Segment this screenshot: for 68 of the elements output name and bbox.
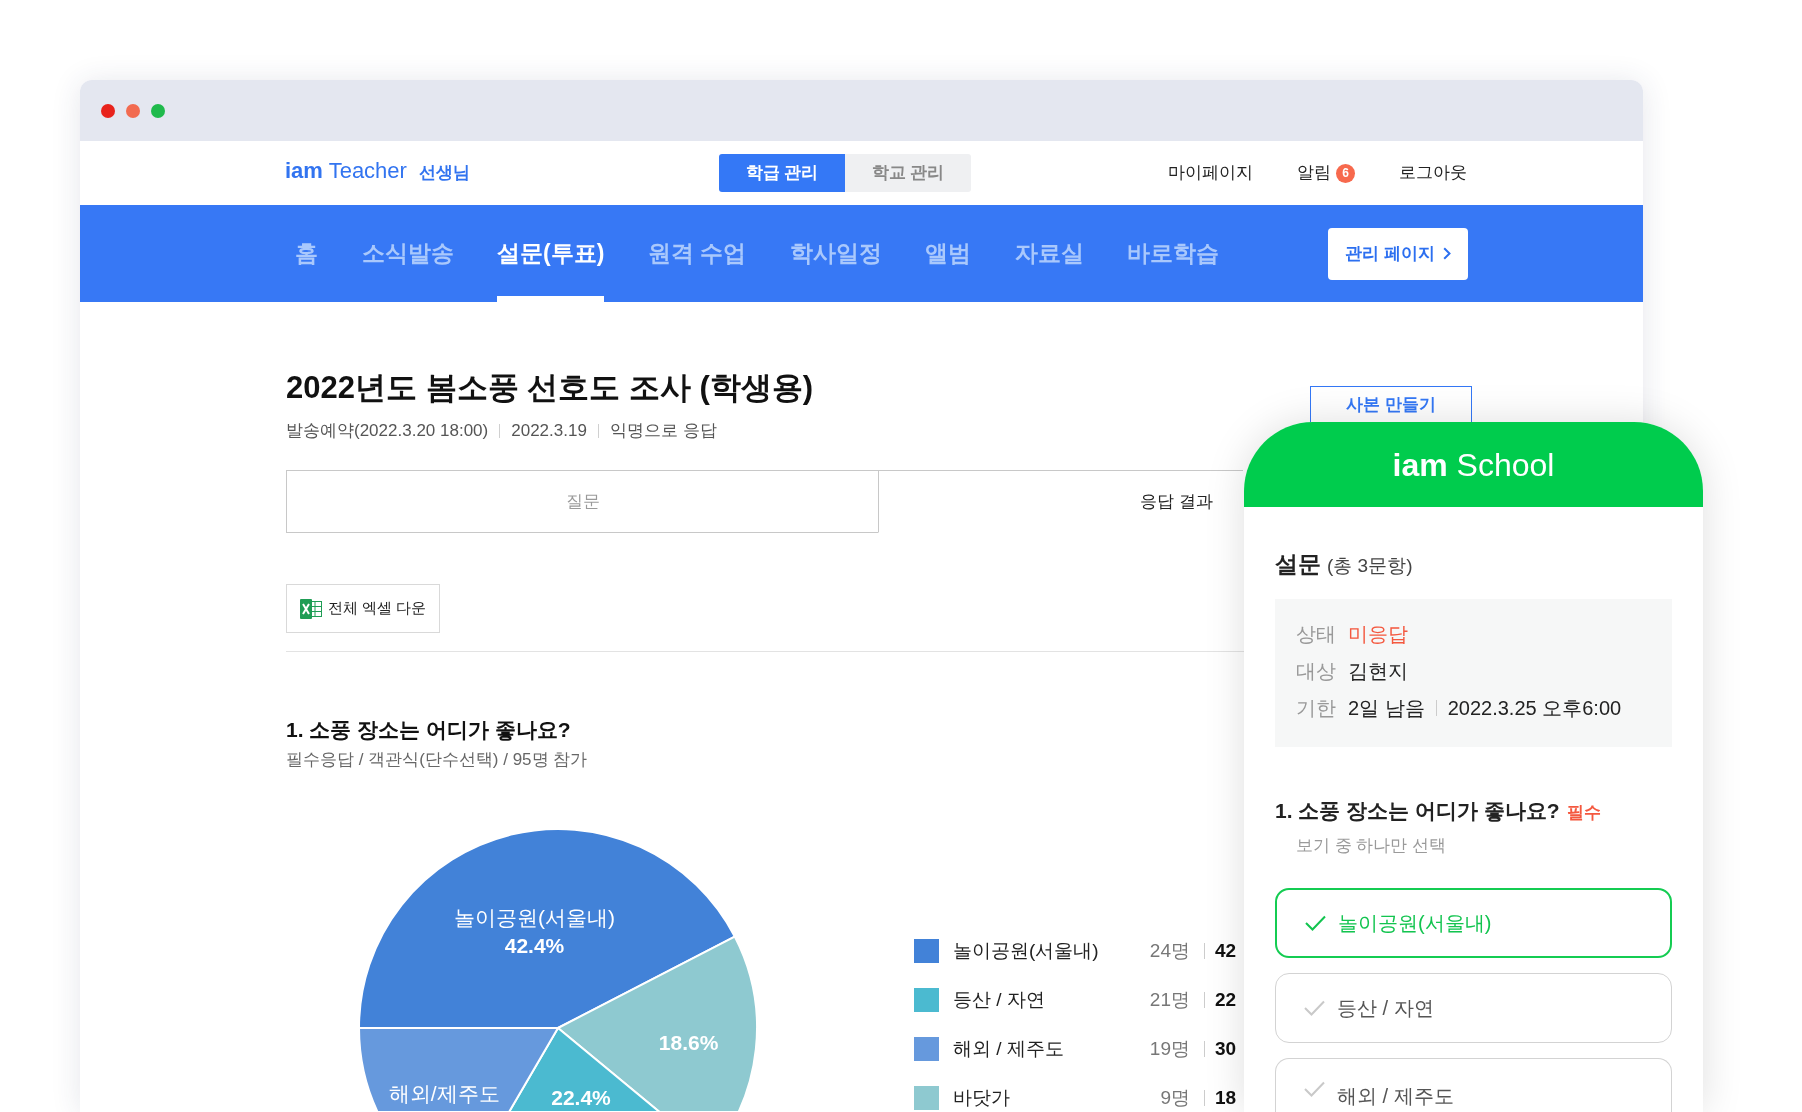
user-role-label: 선생님: [418, 162, 470, 185]
app-logo[interactable]: iam Teacher: [285, 160, 407, 183]
check-icon: [1304, 1081, 1325, 1097]
view-tab[interactable]: 응답 결과: [878, 470, 1243, 533]
menu-tab[interactable]: 앨범: [925, 205, 972, 302]
info-label: 상태: [1296, 621, 1337, 647]
window-control-icon[interactable]: [151, 103, 165, 118]
menu-tab[interactable]: 소식발송: [361, 205, 454, 302]
info-value: 2022.3.25 오후6:00: [1447, 695, 1622, 721]
legend-label: 등산 / 자연: [953, 988, 1046, 1012]
survey-title: 2022년도 봄소풍 선호도 조사 (학생용): [286, 369, 814, 407]
chevron-right-icon: [1442, 247, 1451, 260]
header-link[interactable]: 알림 6: [1297, 160, 1355, 186]
info-label: 대상: [1296, 658, 1337, 684]
slice-percent-label: 22.4%: [551, 1085, 611, 1109]
menu-tab[interactable]: 바로학습: [1127, 205, 1220, 302]
check-icon: [1304, 1000, 1325, 1016]
window-control-icon[interactable]: [126, 103, 140, 118]
notification-count-badge: 6: [1336, 163, 1355, 183]
menu-tab[interactable]: 자료실: [1014, 205, 1084, 302]
response-count: 9명: [1159, 1086, 1190, 1110]
legend-label: 바닷가: [953, 1086, 1011, 1110]
response-percent: 42: [1215, 939, 1237, 963]
legend-label: 해외 / 제주도: [953, 1037, 1065, 1061]
view-tab[interactable]: 질문: [286, 470, 879, 533]
window-control-icon[interactable]: [101, 103, 115, 118]
meta-text: 익명으로 응답: [609, 421, 717, 441]
response-count: 19명: [1148, 1037, 1190, 1061]
info-value: 김현지: [1348, 658, 1408, 684]
header-link[interactable]: 로그아웃: [1399, 160, 1467, 186]
segment-tab[interactable]: 학급 관리: [719, 154, 845, 192]
slice-name-label: 놀이공원(서울내): [454, 905, 615, 929]
question-title: 1. 소풍 장소는 어디가 좋나요?: [286, 717, 572, 743]
required-label: 필수: [1566, 801, 1601, 824]
question-title: 1. 소풍 장소는 어디가 좋나요?: [1275, 797, 1560, 824]
status-value: 미응답: [1348, 621, 1408, 647]
response-percent: 18: [1215, 1086, 1237, 1110]
app-logo: iam School: [1392, 448, 1555, 481]
header-link[interactable]: 마이페이지: [1168, 160, 1253, 186]
response-percent: 22: [1215, 988, 1237, 1012]
admin-page-button[interactable]: 관리 페이지: [1328, 227, 1468, 280]
menu-tab[interactable]: 홈: [295, 205, 318, 302]
slice-name-label: 해외/제주도: [388, 1081, 500, 1105]
slice-percent-label: 18.6%: [658, 1030, 719, 1054]
menu-tab[interactable]: 학사일정: [789, 205, 882, 302]
segment-tab[interactable]: 학교 관리: [845, 154, 971, 192]
answer-option[interactable]: 놀이공원(서울내): [1275, 888, 1672, 958]
meta-text: 2022.3.19: [511, 421, 587, 441]
excel-download-button[interactable]: 전체 엑셀 다운: [286, 584, 440, 633]
menu-tab[interactable]: 설문(투표): [497, 205, 605, 302]
slice-percent-label: 42.4%: [504, 933, 565, 957]
response-count: 21명: [1148, 988, 1190, 1012]
answer-option[interactable]: 등산 / 자연: [1275, 973, 1672, 1043]
section-title: 설문: [1275, 550, 1321, 578]
question-count: (총 3문항): [1327, 554, 1413, 578]
copy-button[interactable]: 사본 만들기: [1310, 386, 1472, 422]
response-count: 24명: [1148, 939, 1190, 963]
spreadsheet-icon: [299, 598, 322, 619]
question-details: 필수응답 / 객관식(단수선택) / 95명 참가: [286, 750, 589, 770]
menu-tab[interactable]: 원격 수업: [647, 205, 747, 302]
response-percent: 30: [1215, 1037, 1237, 1061]
question-hint: 보기 중 하나만 선택: [1296, 836, 1448, 856]
answer-option[interactable]: 해외 / 제주도: [1275, 1058, 1672, 1112]
info-label: 기한: [1296, 695, 1337, 721]
info-value: 2일 남음: [1348, 695, 1425, 721]
meta-text: 발송예약(2022.3.20 18:00): [286, 421, 489, 441]
legend-label: 놀이공원(서울내): [953, 939, 1100, 963]
check-icon: [1305, 915, 1326, 931]
